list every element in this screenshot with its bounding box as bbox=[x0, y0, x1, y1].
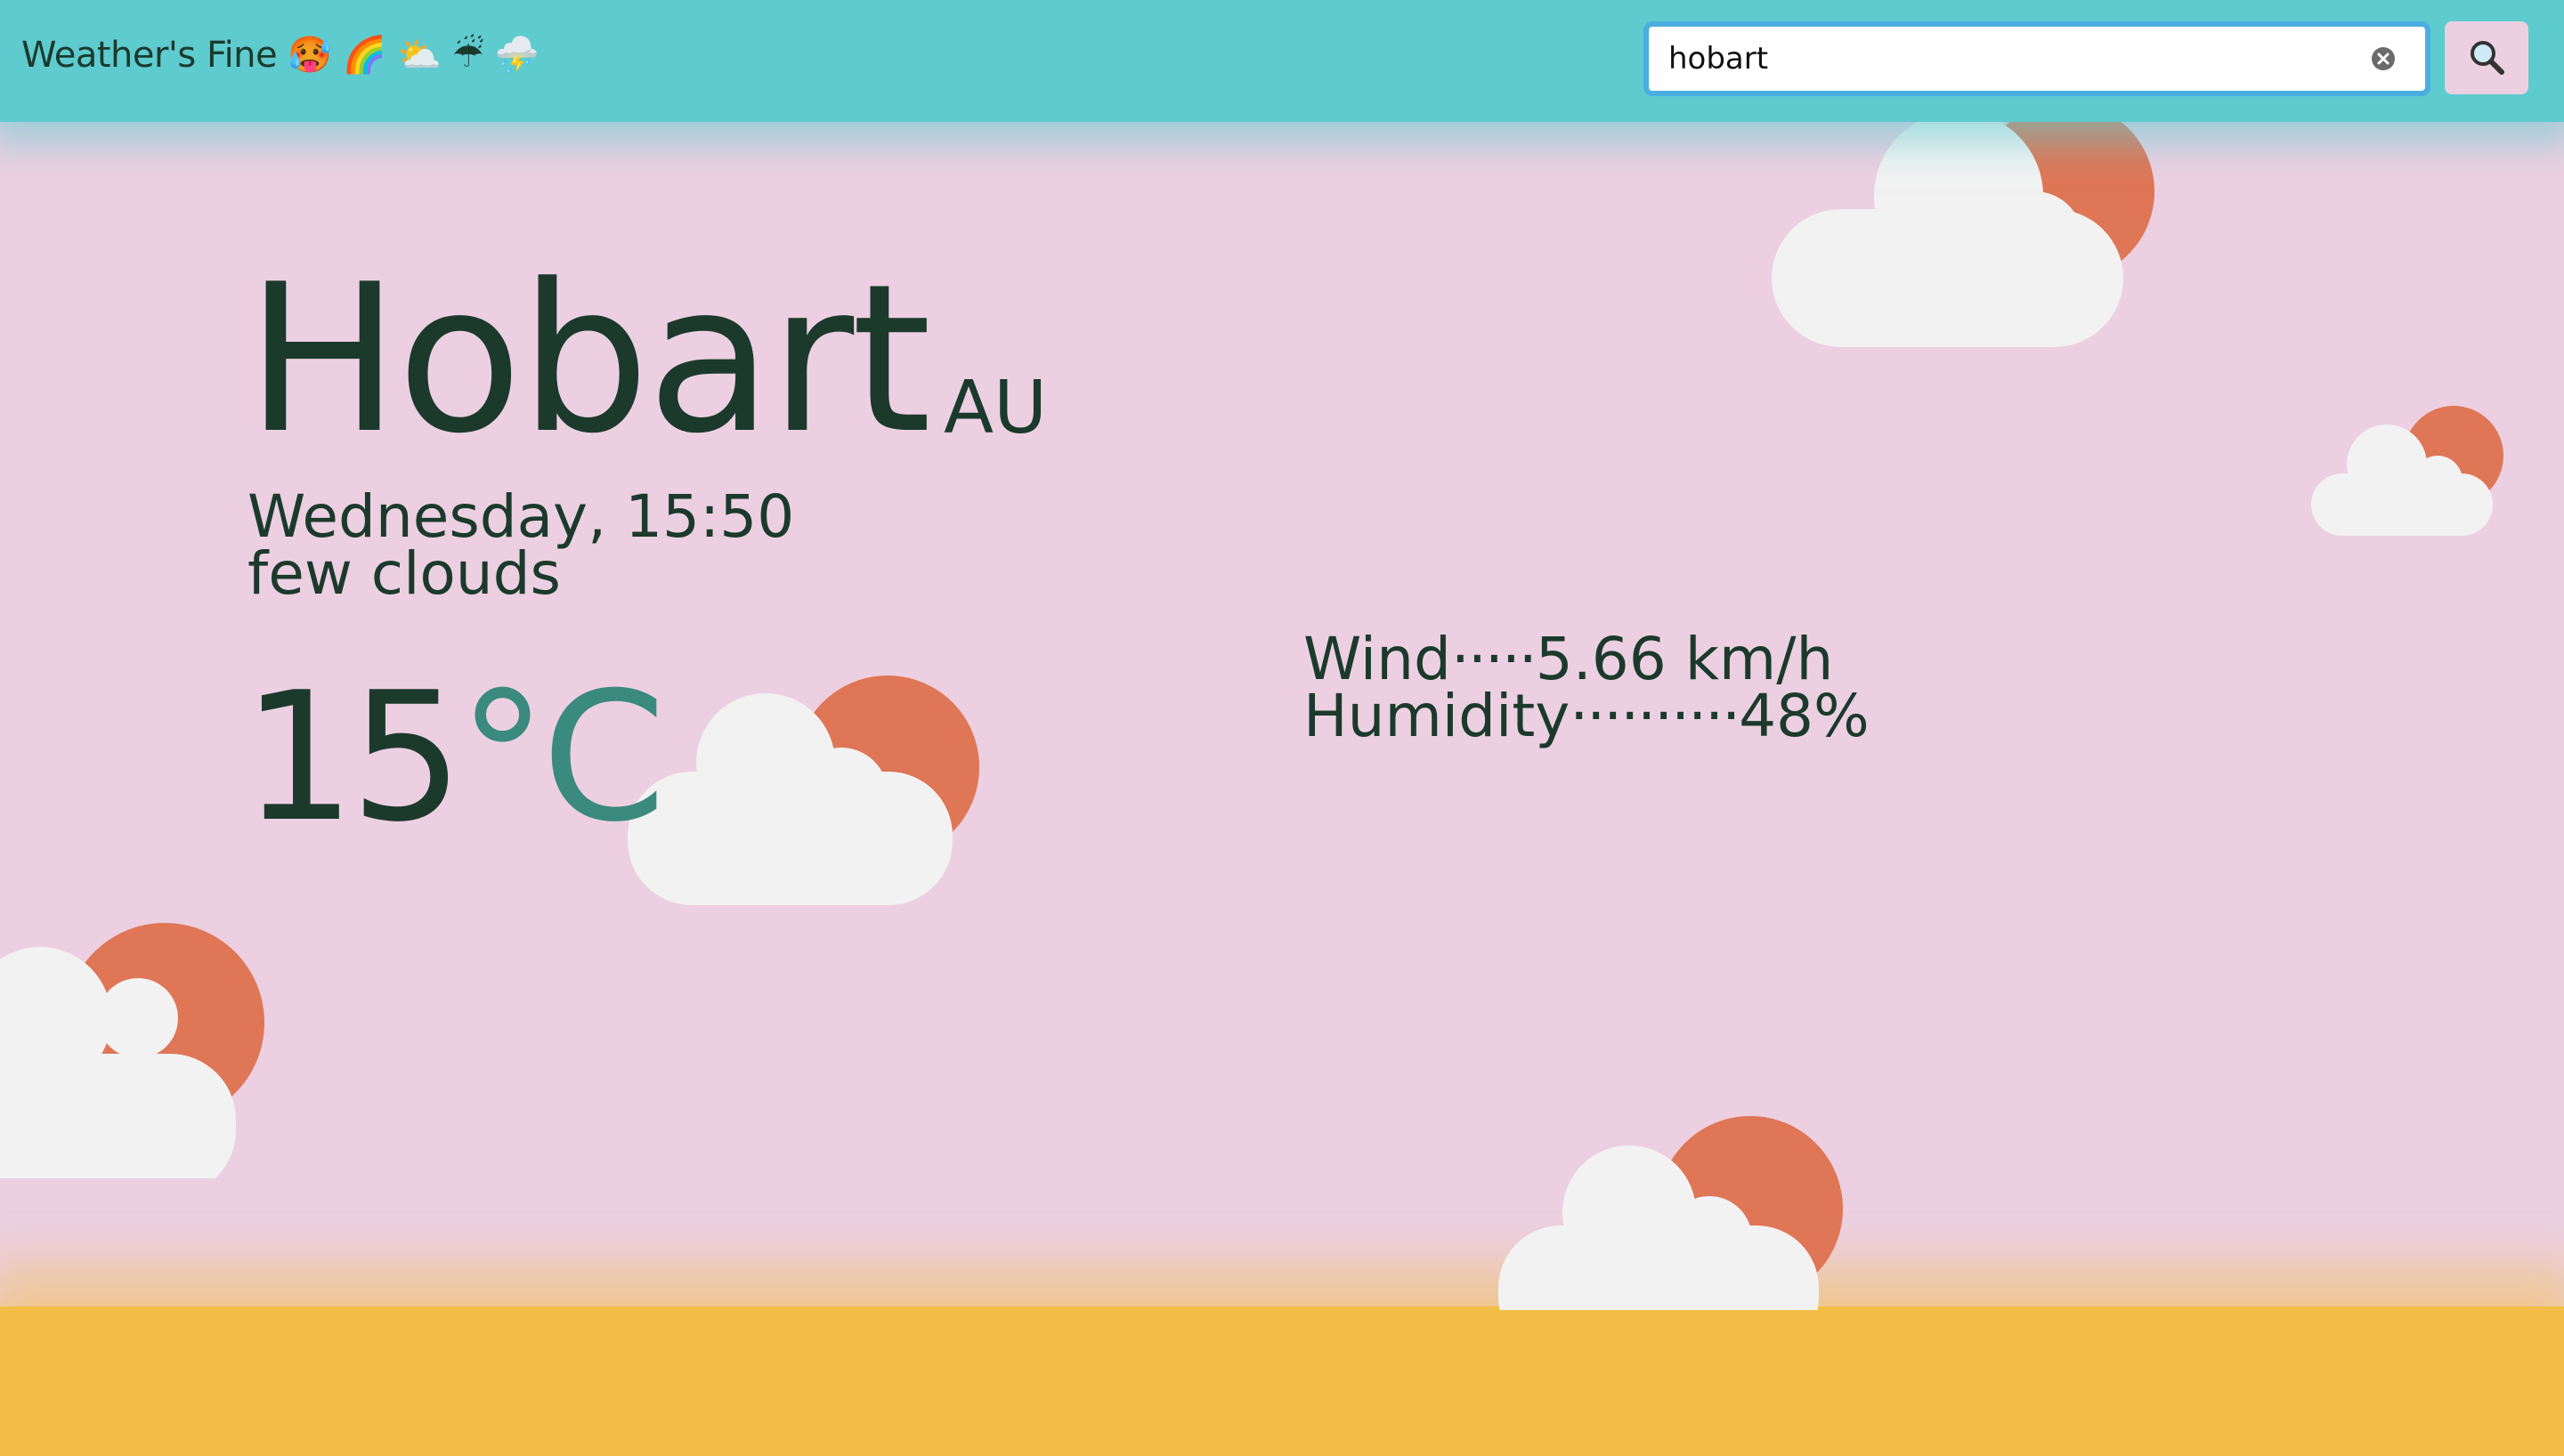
humidity-dots: ·········· bbox=[1570, 682, 1740, 750]
temperature-unit: °C bbox=[458, 654, 667, 861]
temperature: 15°C bbox=[242, 669, 666, 847]
city-name: Hobart bbox=[246, 241, 931, 479]
app-title: Weather's Fine 🥵 🌈 ⛅ ☔ ⛈️ bbox=[21, 35, 539, 76]
humidity-stat: Humidity··········48% bbox=[1303, 687, 1870, 746]
app-header: Weather's Fine 🥵 🌈 ⛅ ☔ ⛈️ bbox=[0, 0, 2564, 122]
humidity-value: 48% bbox=[1739, 682, 1870, 750]
search-input[interactable] bbox=[1668, 27, 2363, 91]
clear-search-icon[interactable] bbox=[2372, 47, 2395, 70]
sun-cloud-icon bbox=[1772, 102, 2154, 347]
wind-stat: Wind·····5.66 km/h bbox=[1303, 630, 1833, 689]
sun-cloud-icon bbox=[628, 675, 979, 905]
sun-cloud-icon bbox=[0, 923, 264, 1178]
search-button[interactable] bbox=[2445, 21, 2528, 94]
weather-condition: few clouds bbox=[247, 539, 561, 608]
temperature-value: 15 bbox=[242, 654, 463, 861]
ground bbox=[0, 1306, 2564, 1456]
sun-cloud-icon bbox=[1498, 1116, 1843, 1310]
magnifier-icon bbox=[2471, 41, 2504, 75]
search-box[interactable] bbox=[1643, 21, 2430, 96]
humidity-label: Humidity bbox=[1303, 682, 1570, 750]
date-time: Wednesday, 15:50 bbox=[247, 482, 795, 551]
country-code: AU bbox=[944, 366, 1048, 450]
sun-cloud-icon bbox=[2311, 406, 2503, 536]
